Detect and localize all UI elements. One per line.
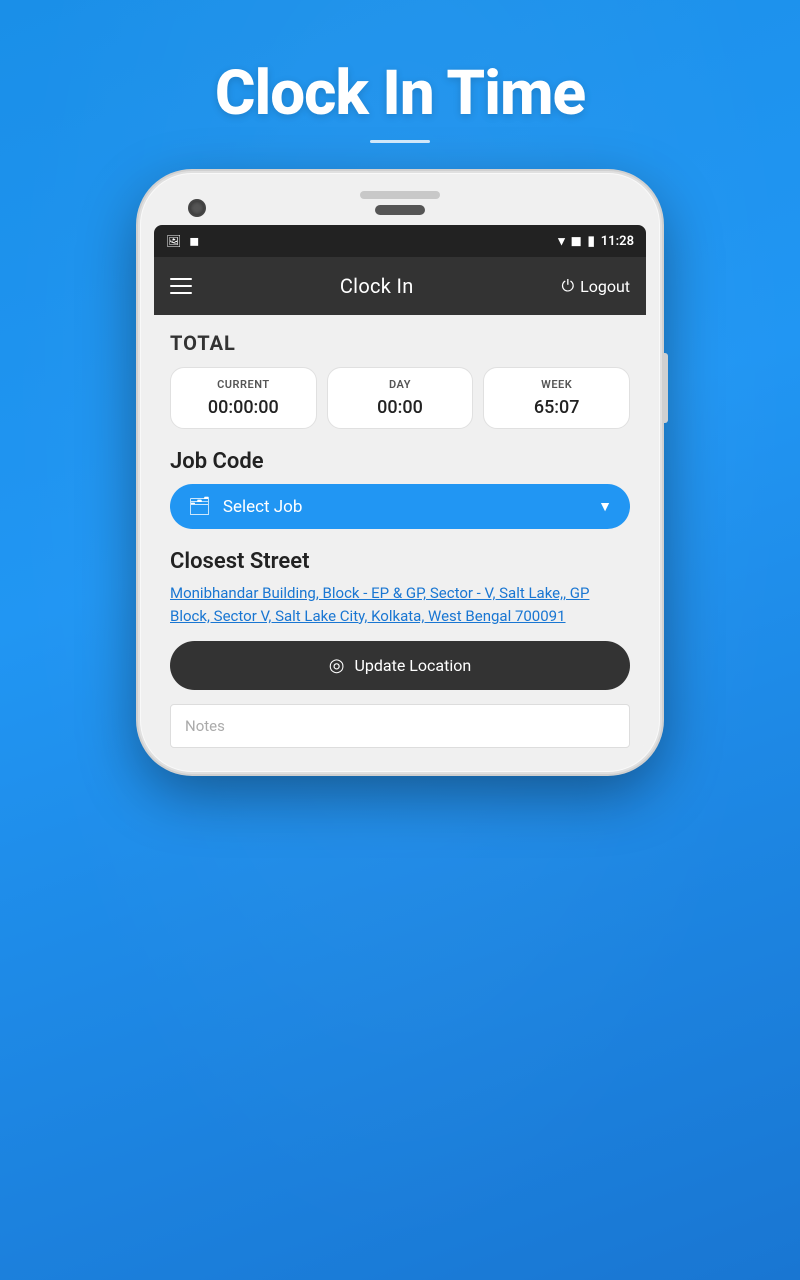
status-left-icons: 🖼 ◼ bbox=[166, 234, 199, 248]
job-code-label: Job Code bbox=[170, 449, 630, 474]
phone-sensor bbox=[375, 205, 425, 215]
wifi-icon: ▾ bbox=[558, 234, 565, 249]
app-bar: Clock In ⏻ Logout bbox=[154, 257, 646, 315]
phone-top-bar bbox=[154, 191, 646, 215]
phone-speaker bbox=[360, 191, 440, 199]
phone-device: 🖼 ◼ ▾ ◼ ▮ 11:28 Clock In bbox=[140, 173, 660, 772]
week-card-value: 65:07 bbox=[534, 397, 580, 418]
phone-side-button bbox=[662, 353, 668, 423]
logout-button[interactable]: ⏻ Logout bbox=[561, 276, 630, 296]
image-status-icon: 🖼 bbox=[166, 234, 181, 248]
day-card-label: DAY bbox=[389, 378, 411, 391]
current-time-card: CURRENT 00:00:00 bbox=[170, 367, 317, 429]
briefcase-icon: 🗂 bbox=[188, 496, 211, 517]
phone-screen: 🖼 ◼ ▾ ◼ ▮ 11:28 Clock In bbox=[154, 225, 646, 748]
select-job-button[interactable]: 🗂 Select Job ▼ bbox=[170, 484, 630, 529]
screen-content: TOTAL CURRENT 00:00:00 DAY 00:00 WEEK 65… bbox=[154, 315, 646, 748]
battery-icon: ▮ bbox=[588, 234, 595, 249]
power-icon: ⏻ bbox=[561, 276, 574, 296]
current-card-label: CURRENT bbox=[217, 378, 269, 391]
time-cards: CURRENT 00:00:00 DAY 00:00 WEEK 65:07 bbox=[170, 367, 630, 429]
logout-label: Logout bbox=[580, 277, 630, 296]
menu-line-1 bbox=[170, 278, 192, 280]
notes-input[interactable]: Notes bbox=[170, 704, 630, 748]
week-card-label: WEEK bbox=[541, 378, 572, 391]
week-time-card: WEEK 65:07 bbox=[483, 367, 630, 429]
title-section: Clock In Time bbox=[0, 0, 800, 163]
update-location-text: Update Location bbox=[355, 656, 472, 675]
status-bar: 🖼 ◼ ▾ ◼ ▮ 11:28 bbox=[154, 225, 646, 257]
location-icon: ◎ bbox=[329, 655, 345, 676]
current-card-value: 00:00:00 bbox=[208, 397, 279, 418]
select-job-text: Select Job bbox=[223, 497, 586, 517]
total-label: TOTAL bbox=[170, 331, 630, 355]
app-bar-title: Clock In bbox=[340, 274, 414, 298]
phone-wrapper: 🖼 ◼ ▾ ◼ ▮ 11:28 Clock In bbox=[0, 173, 800, 772]
menu-line-3 bbox=[170, 292, 192, 294]
update-location-button[interactable]: ◎ Update Location bbox=[170, 641, 630, 690]
dropdown-arrow-icon: ▼ bbox=[598, 498, 612, 515]
status-right-icons: ▾ ◼ ▮ 11:28 bbox=[558, 234, 634, 249]
street-address[interactable]: Monibhandar Building, Block - EP & GP, S… bbox=[170, 582, 630, 627]
signal-icon: ◼ bbox=[571, 234, 582, 249]
day-card-value: 00:00 bbox=[377, 397, 423, 418]
closest-street-label: Closest Street bbox=[170, 549, 630, 574]
notification-status-icon: ◼ bbox=[189, 234, 199, 248]
title-underline bbox=[370, 140, 430, 143]
status-time: 11:28 bbox=[601, 234, 634, 249]
menu-line-2 bbox=[170, 285, 192, 287]
day-time-card: DAY 00:00 bbox=[327, 367, 474, 429]
menu-button[interactable] bbox=[170, 278, 192, 294]
page-title: Clock In Time bbox=[0, 60, 800, 128]
